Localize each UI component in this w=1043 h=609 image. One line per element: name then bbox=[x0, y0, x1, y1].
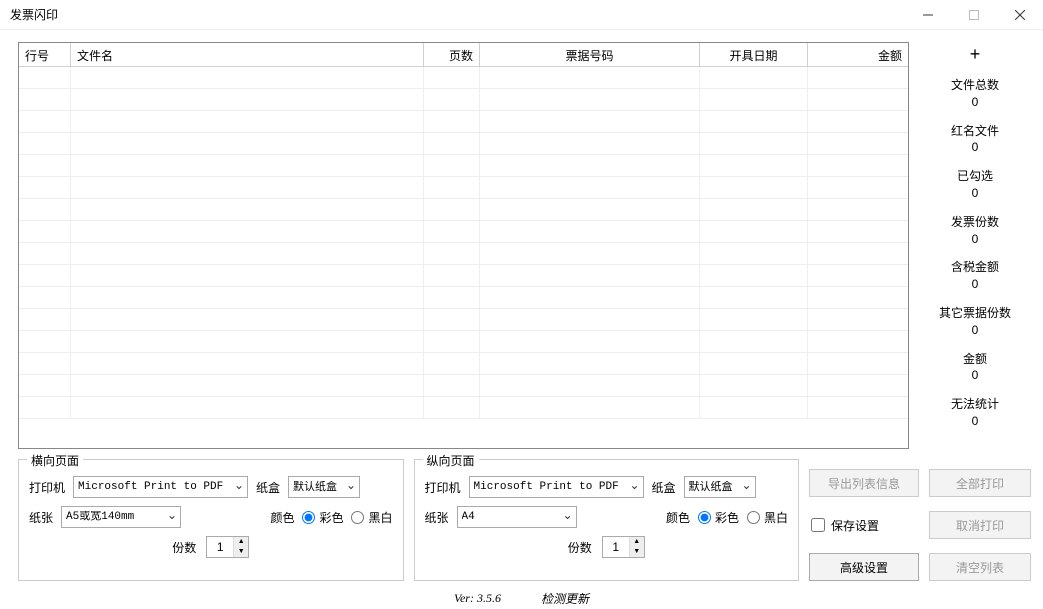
table-header: 行号 文件名 页数 票据号码 开具日期 金额 bbox=[19, 43, 908, 67]
stat-label: 金额 bbox=[963, 351, 987, 368]
portrait-group: 纵向页面 打印机 Microsoft Print to PDF 纸盒 默认纸盒 … bbox=[414, 459, 800, 581]
save-settings-checkbox[interactable]: 保存设置 bbox=[809, 511, 919, 539]
spin-up-icon[interactable]: ▲ bbox=[234, 537, 248, 547]
clear-list-button[interactable]: 清空列表 bbox=[929, 553, 1031, 581]
stat-value: 0 bbox=[951, 94, 999, 111]
close-button[interactable] bbox=[997, 0, 1043, 29]
stat-checked: 已勾选 0 bbox=[957, 168, 993, 202]
col-amount[interactable]: 金额 bbox=[808, 43, 908, 66]
portrait-paper-select[interactable]: A4 bbox=[457, 506, 577, 528]
stat-value: 0 bbox=[957, 185, 993, 202]
spin-up-icon[interactable]: ▲ bbox=[630, 537, 644, 547]
statusbar: Ver: 3.5.6 检测更新 bbox=[0, 587, 1043, 609]
landscape-bw-radio[interactable]: 黑白 bbox=[351, 509, 392, 526]
spin-down-icon[interactable]: ▼ bbox=[234, 547, 248, 557]
stat-value: 0 bbox=[951, 231, 999, 248]
advanced-settings-button[interactable]: 高级设置 bbox=[809, 553, 919, 581]
add-button[interactable]: + bbox=[964, 44, 987, 65]
minimize-button[interactable] bbox=[905, 0, 951, 29]
print-all-button[interactable]: 全部打印 bbox=[929, 469, 1031, 497]
stat-total-files: 文件总数 0 bbox=[951, 77, 999, 111]
export-list-button[interactable]: 导出列表信息 bbox=[809, 469, 919, 497]
portrait-legend: 纵向页面 bbox=[423, 452, 479, 469]
landscape-group: 横向页面 打印机 Microsoft Print to PDF 纸盒 默认纸盒 … bbox=[18, 459, 404, 581]
portrait-copies-label: 份数 bbox=[568, 539, 592, 556]
col-billno[interactable]: 票据号码 bbox=[480, 43, 700, 66]
cancel-print-button[interactable]: 取消打印 bbox=[929, 511, 1031, 539]
stat-red-files: 红名文件 0 bbox=[951, 123, 999, 157]
window-controls bbox=[905, 0, 1043, 29]
landscape-copies-label: 份数 bbox=[172, 539, 196, 556]
window-title: 发票闪印 bbox=[10, 6, 905, 23]
portrait-color-label: 颜色 bbox=[666, 509, 690, 526]
right-buttons: 全部打印 取消打印 清空列表 bbox=[929, 459, 1031, 581]
stat-label: 其它票据份数 bbox=[939, 305, 1011, 322]
portrait-color-radio[interactable]: 彩色 bbox=[698, 509, 739, 526]
stat-unknown: 无法统计 0 bbox=[951, 396, 999, 430]
middle-buttons: 导出列表信息 保存设置 高级设置 bbox=[809, 459, 919, 581]
landscape-copies-spinner[interactable]: ▲▼ bbox=[206, 536, 249, 558]
landscape-printer-label: 打印机 bbox=[29, 479, 65, 496]
portrait-copies-input[interactable] bbox=[603, 537, 629, 557]
landscape-paper-select[interactable]: A5或宽140mm bbox=[61, 506, 181, 528]
landscape-color-radio[interactable]: 彩色 bbox=[302, 509, 343, 526]
stats-panel: + 文件总数 0 红名文件 0 已勾选 0 发票份数 0 含税金额 0 其它票据… bbox=[919, 42, 1031, 449]
landscape-tray-select[interactable]: 默认纸盒 bbox=[288, 476, 360, 498]
stat-label: 无法统计 bbox=[951, 396, 999, 413]
maximize-button[interactable] bbox=[951, 0, 997, 29]
spin-down-icon[interactable]: ▼ bbox=[630, 547, 644, 557]
stat-amount: 金额 0 bbox=[963, 351, 987, 385]
stat-value: 0 bbox=[951, 276, 999, 293]
landscape-paper-label: 纸张 bbox=[29, 509, 53, 526]
stat-other-bills: 其它票据份数 0 bbox=[939, 305, 1011, 339]
landscape-printer-select[interactable]: Microsoft Print to PDF bbox=[73, 476, 248, 498]
table-body[interactable] bbox=[19, 67, 908, 448]
titlebar: 发票闪印 bbox=[0, 0, 1043, 30]
landscape-tray-label: 纸盒 bbox=[256, 479, 280, 496]
stat-value: 0 bbox=[951, 139, 999, 156]
stat-label: 文件总数 bbox=[951, 77, 999, 94]
portrait-tray-label: 纸盒 bbox=[652, 479, 676, 496]
portrait-tray-select[interactable]: 默认纸盒 bbox=[684, 476, 756, 498]
col-date[interactable]: 开具日期 bbox=[700, 43, 808, 66]
portrait-bw-radio[interactable]: 黑白 bbox=[747, 509, 788, 526]
landscape-color-label: 颜色 bbox=[270, 509, 294, 526]
stat-label: 已勾选 bbox=[957, 168, 993, 185]
portrait-printer-label: 打印机 bbox=[425, 479, 461, 496]
check-update-link[interactable]: 检测更新 bbox=[541, 590, 589, 607]
portrait-copies-spinner[interactable]: ▲▼ bbox=[602, 536, 645, 558]
stat-value: 0 bbox=[951, 413, 999, 430]
col-row[interactable]: 行号 bbox=[19, 43, 71, 66]
col-filename[interactable]: 文件名 bbox=[71, 43, 424, 66]
stat-label: 发票份数 bbox=[951, 214, 999, 231]
portrait-printer-select[interactable]: Microsoft Print to PDF bbox=[469, 476, 644, 498]
landscape-legend: 横向页面 bbox=[27, 452, 83, 469]
stat-tax-amount: 含税金额 0 bbox=[951, 259, 999, 293]
landscape-copies-input[interactable] bbox=[207, 537, 233, 557]
invoice-table[interactable]: 行号 文件名 页数 票据号码 开具日期 金额 bbox=[18, 42, 909, 449]
stat-label: 红名文件 bbox=[951, 123, 999, 140]
stat-invoice-copies: 发票份数 0 bbox=[951, 214, 999, 248]
col-pages[interactable]: 页数 bbox=[424, 43, 480, 66]
portrait-paper-label: 纸张 bbox=[425, 509, 449, 526]
stat-value: 0 bbox=[939, 322, 1011, 339]
stat-label: 含税金额 bbox=[951, 259, 999, 276]
stat-value: 0 bbox=[963, 367, 987, 384]
version-label: Ver: 3.5.6 bbox=[454, 591, 501, 606]
